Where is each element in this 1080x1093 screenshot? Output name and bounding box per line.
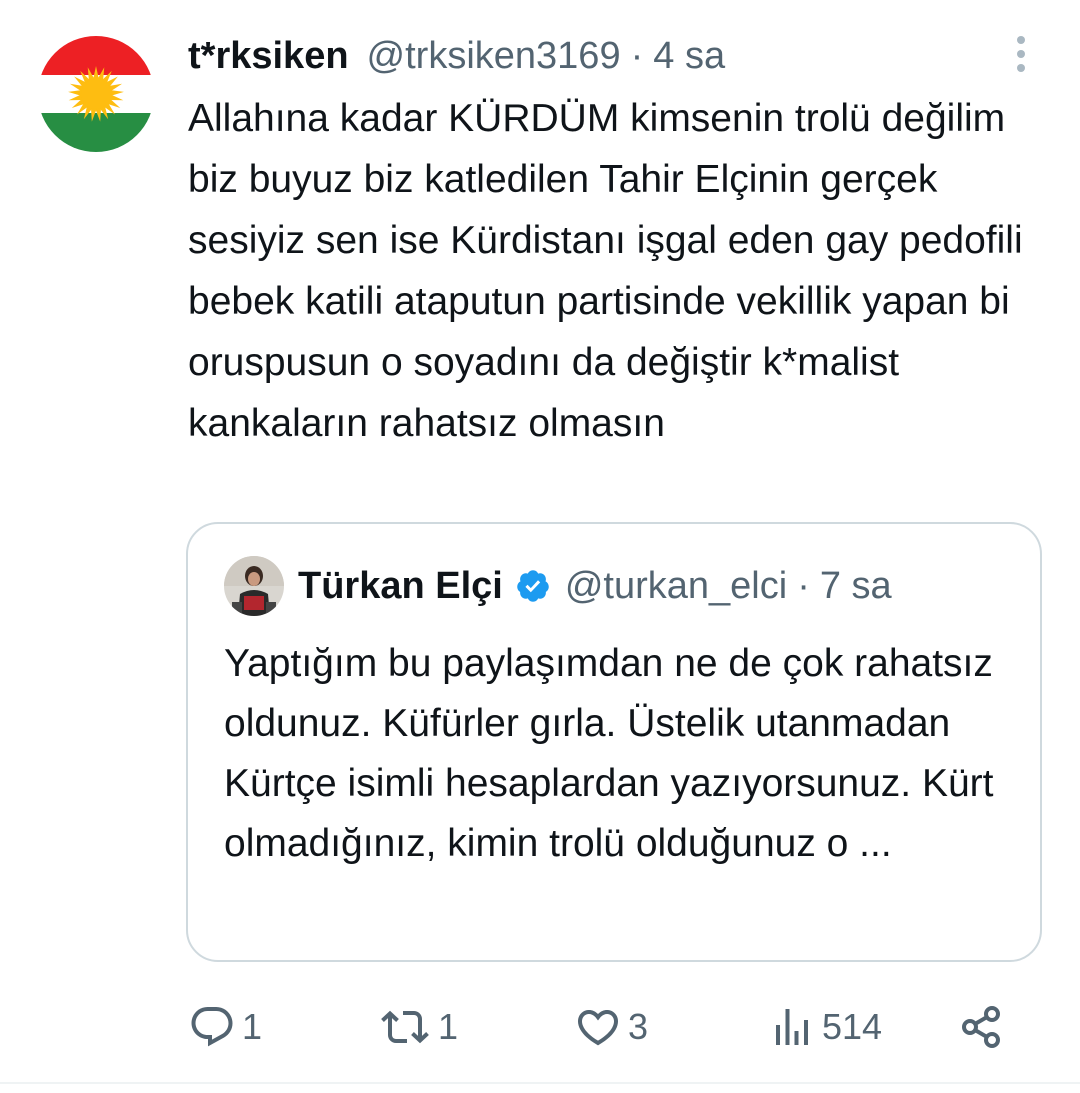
quoted-author-avatar[interactable] bbox=[224, 556, 284, 616]
author-name[interactable]: t*rksiken bbox=[188, 35, 349, 78]
tweet-text: Allahına kadar KÜRDÜM kimsenin trolü değ… bbox=[188, 97, 1023, 445]
share-icon bbox=[962, 1006, 1000, 1048]
tweet-time[interactable]: 4 sa bbox=[653, 35, 725, 78]
quoted-tweet-time[interactable]: 7 sa bbox=[820, 565, 892, 608]
retweet-icon bbox=[381, 1010, 429, 1044]
reply-icon bbox=[191, 1007, 233, 1047]
views-chart-icon bbox=[776, 1009, 808, 1045]
author-handle[interactable]: @trksiken3169 bbox=[367, 35, 621, 78]
header-separator: · bbox=[630, 34, 644, 77]
more-vertical-icon bbox=[1017, 36, 1025, 72]
like-button[interactable]: 3 bbox=[574, 1000, 648, 1054]
retweet-button[interactable]: 1 bbox=[378, 1000, 458, 1054]
quoted-author-name[interactable]: Türkan Elçi bbox=[298, 565, 503, 608]
reply-count: 1 bbox=[242, 1006, 263, 1047]
tweet-header: t*rksiken @trksiken3169 · 4 sa bbox=[188, 30, 725, 82]
heart-icon bbox=[577, 1010, 619, 1046]
tweet: t*rksiken @trksiken3169 · 4 sa Allahına … bbox=[0, 0, 1080, 1093]
like-count: 3 bbox=[628, 1006, 649, 1047]
verified-badge-icon bbox=[517, 570, 549, 602]
kurdistan-flag-icon bbox=[38, 36, 154, 152]
share-button[interactable] bbox=[958, 1000, 1006, 1054]
views-button[interactable]: 514 bbox=[768, 1000, 882, 1054]
quoted-tweet[interactable]: Türkan Elçi @turkan_elci · 7 sa Yaptığım… bbox=[186, 522, 1042, 962]
author-avatar[interactable] bbox=[38, 36, 154, 152]
tweet-actions: 1 1 3 514 bbox=[188, 1000, 1018, 1054]
retweet-count: 1 bbox=[438, 1006, 459, 1047]
quoted-header-separator: · bbox=[797, 564, 810, 607]
divider bbox=[0, 1082, 1080, 1084]
more-options-button[interactable] bbox=[1008, 32, 1034, 76]
views-count: 514 bbox=[822, 1006, 883, 1047]
quoted-avatar-photo bbox=[224, 556, 284, 616]
quoted-tweet-text: Yaptığım bu paylaşımdan ne de çok rahats… bbox=[224, 642, 994, 865]
quoted-author-handle[interactable]: @turkan_elci bbox=[565, 565, 787, 608]
reply-button[interactable]: 1 bbox=[188, 1000, 262, 1054]
quoted-tweet-header: Türkan Elçi @turkan_elci · 7 sa bbox=[298, 560, 892, 612]
